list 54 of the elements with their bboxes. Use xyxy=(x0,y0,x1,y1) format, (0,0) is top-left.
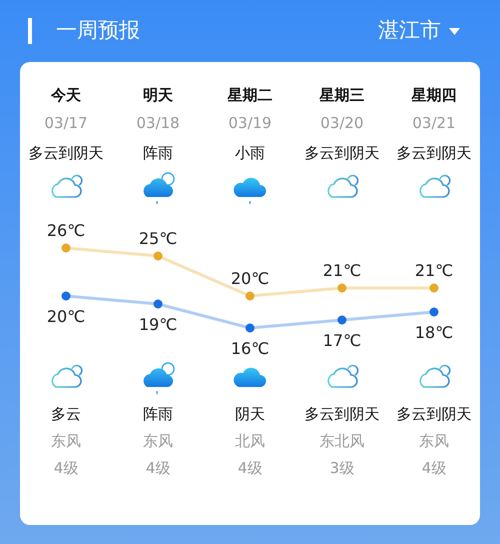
weather-label: 多云到阴天 xyxy=(304,404,380,425)
weather-label: 多云到阴天 xyxy=(28,143,104,164)
wind-direction: 东风 xyxy=(143,431,173,452)
weather-label: 多云到阴天 xyxy=(304,143,380,164)
weather-label: 小雨 xyxy=(235,143,265,164)
temperature-dot xyxy=(154,300,162,308)
weather-label: 多云 xyxy=(51,404,81,425)
weather-label: 阵雨 xyxy=(143,143,173,164)
date-label: 03/21 xyxy=(412,113,456,134)
wind-level: 4级 xyxy=(422,458,446,479)
caret-icon xyxy=(449,28,460,34)
weather-label: 阴天 xyxy=(235,404,265,425)
date-label: 03/17 xyxy=(44,113,88,134)
temperature-dot xyxy=(246,324,254,332)
day-name: 星期四 xyxy=(412,85,456,106)
date-label: 03/18 xyxy=(136,113,180,134)
temperature-label: 21℃ xyxy=(322,261,362,280)
weather-label: 多云到阴天 xyxy=(396,143,472,164)
temperature-label: 26℃ xyxy=(46,221,86,240)
wind-level: 4级 xyxy=(238,458,262,479)
temperature-label: 18℃ xyxy=(414,323,454,342)
wind-direction: 东风 xyxy=(419,431,449,452)
temperature-label: 20℃ xyxy=(46,307,86,326)
temperature-label: 16℃ xyxy=(230,339,270,358)
temperature-dot xyxy=(62,292,70,300)
temperature-dot xyxy=(338,316,346,324)
temperature-dot xyxy=(430,284,438,292)
day-name: 星期三 xyxy=(320,85,364,106)
weather-label: 多云到阴天 xyxy=(396,404,472,425)
wind-direction: 东风 xyxy=(51,431,81,452)
temperature-dot xyxy=(430,308,438,316)
temperature-dot xyxy=(62,244,70,252)
wind-level: 3级 xyxy=(330,458,354,479)
accent-bar xyxy=(28,18,32,44)
temperature-label: 25℃ xyxy=(138,229,178,248)
temperature-dot xyxy=(246,292,254,300)
weather-label: 阵雨 xyxy=(143,404,173,425)
wind-level: 4级 xyxy=(54,458,78,479)
wind-direction: 北风 xyxy=(235,431,265,452)
date-label: 03/19 xyxy=(228,113,272,134)
temperature-label: 21℃ xyxy=(414,261,454,280)
temperature-label: 20℃ xyxy=(230,269,270,288)
day-name: 今天 xyxy=(51,85,81,106)
city-dropdown[interactable]: 湛江市 xyxy=(378,15,460,47)
temperature-dot xyxy=(338,284,346,292)
temperature-label: 17℃ xyxy=(322,331,362,350)
day-name: 明天 xyxy=(143,85,173,106)
day-name: 星期二 xyxy=(228,85,272,106)
date-label: 03/20 xyxy=(320,113,364,134)
wind-direction: 东北风 xyxy=(320,431,364,452)
temperature-dot xyxy=(154,252,162,260)
wind-level: 4级 xyxy=(146,458,170,479)
section-title: 一周预报 xyxy=(56,17,140,44)
temperature-label: 19℃ xyxy=(138,315,178,334)
